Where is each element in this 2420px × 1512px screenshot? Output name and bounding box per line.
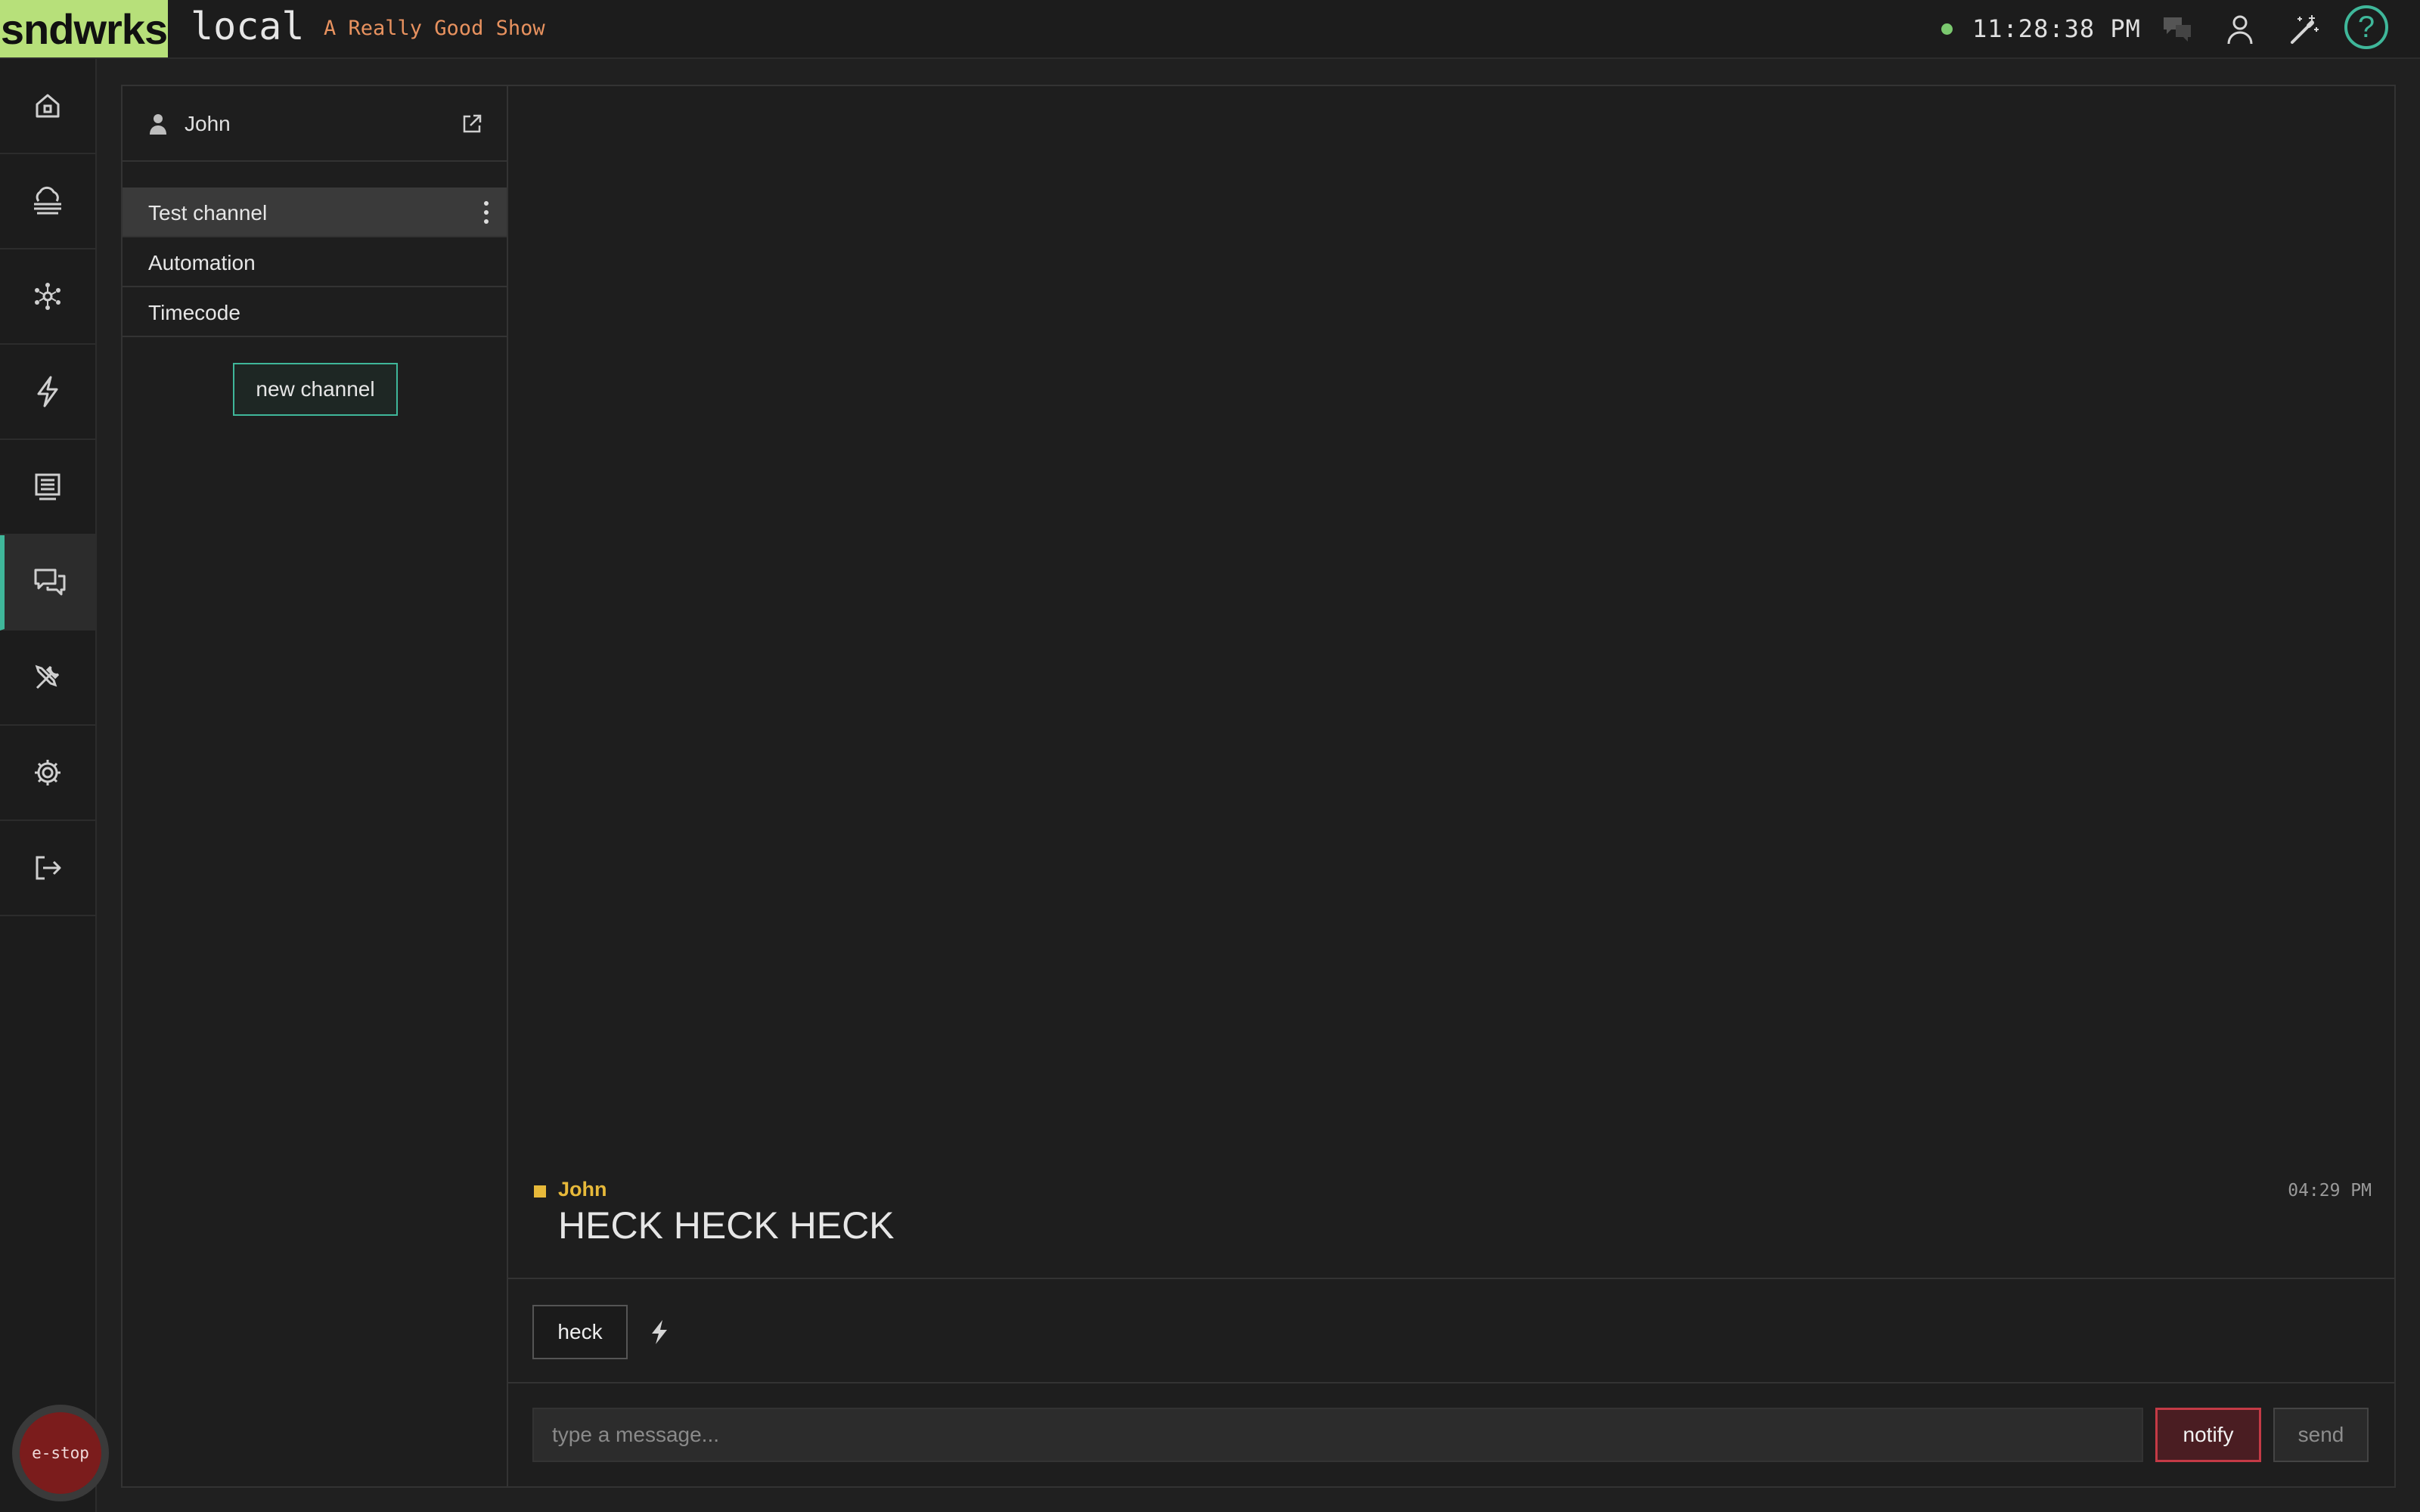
user-name: John bbox=[185, 112, 231, 135]
status-dot-icon bbox=[1941, 23, 1953, 35]
logout-icon bbox=[36, 856, 61, 880]
channel-item-automation[interactable]: Automation bbox=[123, 237, 507, 287]
nav-tools[interactable] bbox=[0, 631, 95, 726]
kebab-menu-icon[interactable] bbox=[482, 201, 490, 224]
divider bbox=[508, 1382, 2394, 1383]
channel-item-timecode[interactable]: Timecode bbox=[123, 287, 507, 337]
nav-home[interactable] bbox=[0, 59, 95, 154]
message-author: John bbox=[558, 1178, 607, 1201]
chat-icon[interactable] bbox=[2159, 11, 2195, 48]
network-icon bbox=[35, 283, 60, 310]
message-time: 04:29 PM bbox=[2288, 1181, 2372, 1201]
nav-settings[interactable] bbox=[0, 726, 95, 821]
lightning-icon bbox=[37, 376, 58, 407]
channel-label: Timecode bbox=[148, 301, 240, 324]
display-icon bbox=[35, 473, 60, 500]
lightning-icon[interactable] bbox=[644, 1315, 675, 1349]
magic-wand-icon[interactable] bbox=[2285, 11, 2322, 48]
environment-label: local bbox=[191, 5, 305, 48]
quick-reply-button[interactable]: heck bbox=[532, 1305, 628, 1359]
divider bbox=[508, 1278, 2394, 1279]
nav-cloud[interactable] bbox=[0, 154, 95, 249]
user-icon[interactable] bbox=[2222, 11, 2258, 48]
left-nav bbox=[0, 59, 97, 1512]
brand-logo: sndwrks bbox=[0, 0, 168, 57]
nav-automation[interactable] bbox=[0, 345, 95, 440]
help-icon[interactable]: ? bbox=[2344, 5, 2388, 49]
author-color-marker bbox=[534, 1185, 546, 1198]
channel-item-test-channel[interactable]: Test channel bbox=[123, 187, 507, 237]
top-bar: sndwrks local A Really Good Show 11:28:3… bbox=[0, 0, 2420, 59]
user-icon bbox=[150, 114, 166, 135]
external-link-icon[interactable] bbox=[461, 113, 482, 135]
channel-label: Automation bbox=[148, 251, 256, 274]
message-text: HECK HECK HECK bbox=[558, 1204, 895, 1247]
nav-logout[interactable] bbox=[0, 821, 95, 916]
tools-icon bbox=[35, 665, 60, 689]
nav-display[interactable] bbox=[0, 440, 95, 535]
nav-network[interactable] bbox=[0, 249, 95, 345]
channel-label: Test channel bbox=[148, 201, 268, 225]
chat-icon bbox=[34, 569, 66, 596]
notify-button[interactable]: notify bbox=[2155, 1408, 2261, 1462]
cloud-stack-icon bbox=[34, 186, 61, 215]
send-button[interactable]: send bbox=[2273, 1408, 2369, 1462]
home-icon bbox=[36, 94, 60, 118]
clock: 11:28:38 PM bbox=[1972, 14, 2141, 43]
gear-icon bbox=[35, 760, 60, 785]
current-user: John bbox=[123, 86, 507, 162]
chat-panel: John 04:29 PM HECK HECK HECK heck notify… bbox=[508, 85, 2396, 1488]
channel-panel: John Test channel Automation Timecode ne… bbox=[121, 85, 508, 1488]
estop-button[interactable]: e-stop bbox=[12, 1405, 109, 1501]
nav-chat[interactable] bbox=[0, 535, 95, 631]
show-name: A Really Good Show bbox=[324, 17, 545, 40]
message-input[interactable] bbox=[532, 1408, 2143, 1462]
new-channel-button[interactable]: new channel bbox=[233, 363, 398, 416]
